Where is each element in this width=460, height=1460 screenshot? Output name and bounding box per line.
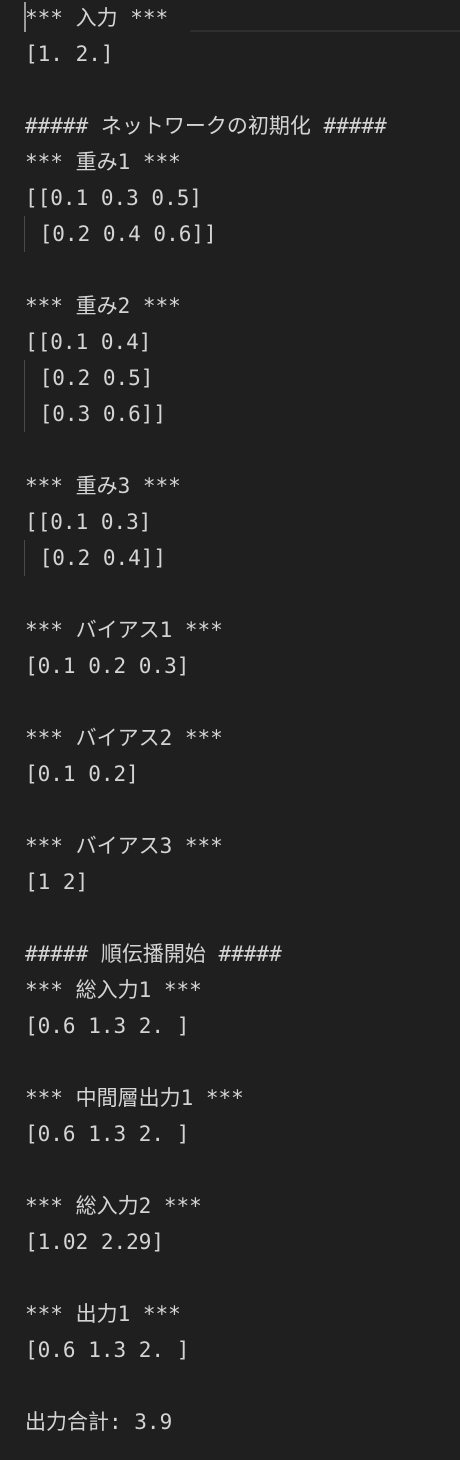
output-line: *** バイアス3 *** <box>25 834 223 858</box>
output-line: *** 重み3 *** <box>25 474 181 498</box>
output-line: [1.02 2.29] <box>25 1230 165 1254</box>
output-line: *** 入力 *** <box>25 6 169 30</box>
output-line: *** 総入力2 *** <box>25 1194 202 1218</box>
output-line: [0.2 0.4 0.6]] <box>27 222 217 246</box>
output-line: [0.6 1.3 2. ] <box>25 1014 190 1038</box>
output-line: [0.6 1.3 2. ] <box>25 1122 190 1146</box>
output-line: [0.1 0.2] <box>25 762 139 786</box>
output-line: [0.2 0.4]] <box>27 546 167 570</box>
output-line: [[0.1 0.4] <box>25 330 152 354</box>
output-line: *** バイアス2 *** <box>25 726 223 750</box>
output-line: *** バイアス1 *** <box>25 618 223 642</box>
output-line: [0.1 0.2 0.3] <box>25 654 190 678</box>
output-line: [1 2] <box>25 870 89 894</box>
output-line: ##### ネットワークの初期化 ##### <box>25 114 387 138</box>
output-line: ##### 順伝播開始 ##### <box>25 942 282 966</box>
terminal-output[interactable]: *** 入力 *** [1. 2.] ##### ネットワークの初期化 ####… <box>0 0 460 1460</box>
output-line: *** 重み1 *** <box>25 150 181 174</box>
indent-guide <box>24 360 25 432</box>
output-line: [0.6 1.3 2. ] <box>25 1338 190 1362</box>
panel-divider <box>190 30 460 32</box>
output-line: 出力合計: 3.9 <box>25 1410 173 1434</box>
output-line: *** 重み2 *** <box>25 294 181 318</box>
output-line: [0.3 0.6]] <box>27 402 167 426</box>
output-line: [0.2 0.5] <box>27 366 154 390</box>
output-line: [[0.1 0.3 0.5] <box>25 186 203 210</box>
indent-guide <box>24 540 25 576</box>
indent-guide <box>24 216 25 252</box>
output-line: *** 総入力1 *** <box>25 978 202 1002</box>
output-line: [[0.1 0.3] <box>25 510 152 534</box>
output-line: *** 中間層出力1 *** <box>25 1086 244 1110</box>
output-line: *** 出力1 *** <box>25 1302 181 1326</box>
output-line: [1. 2.] <box>25 42 114 66</box>
